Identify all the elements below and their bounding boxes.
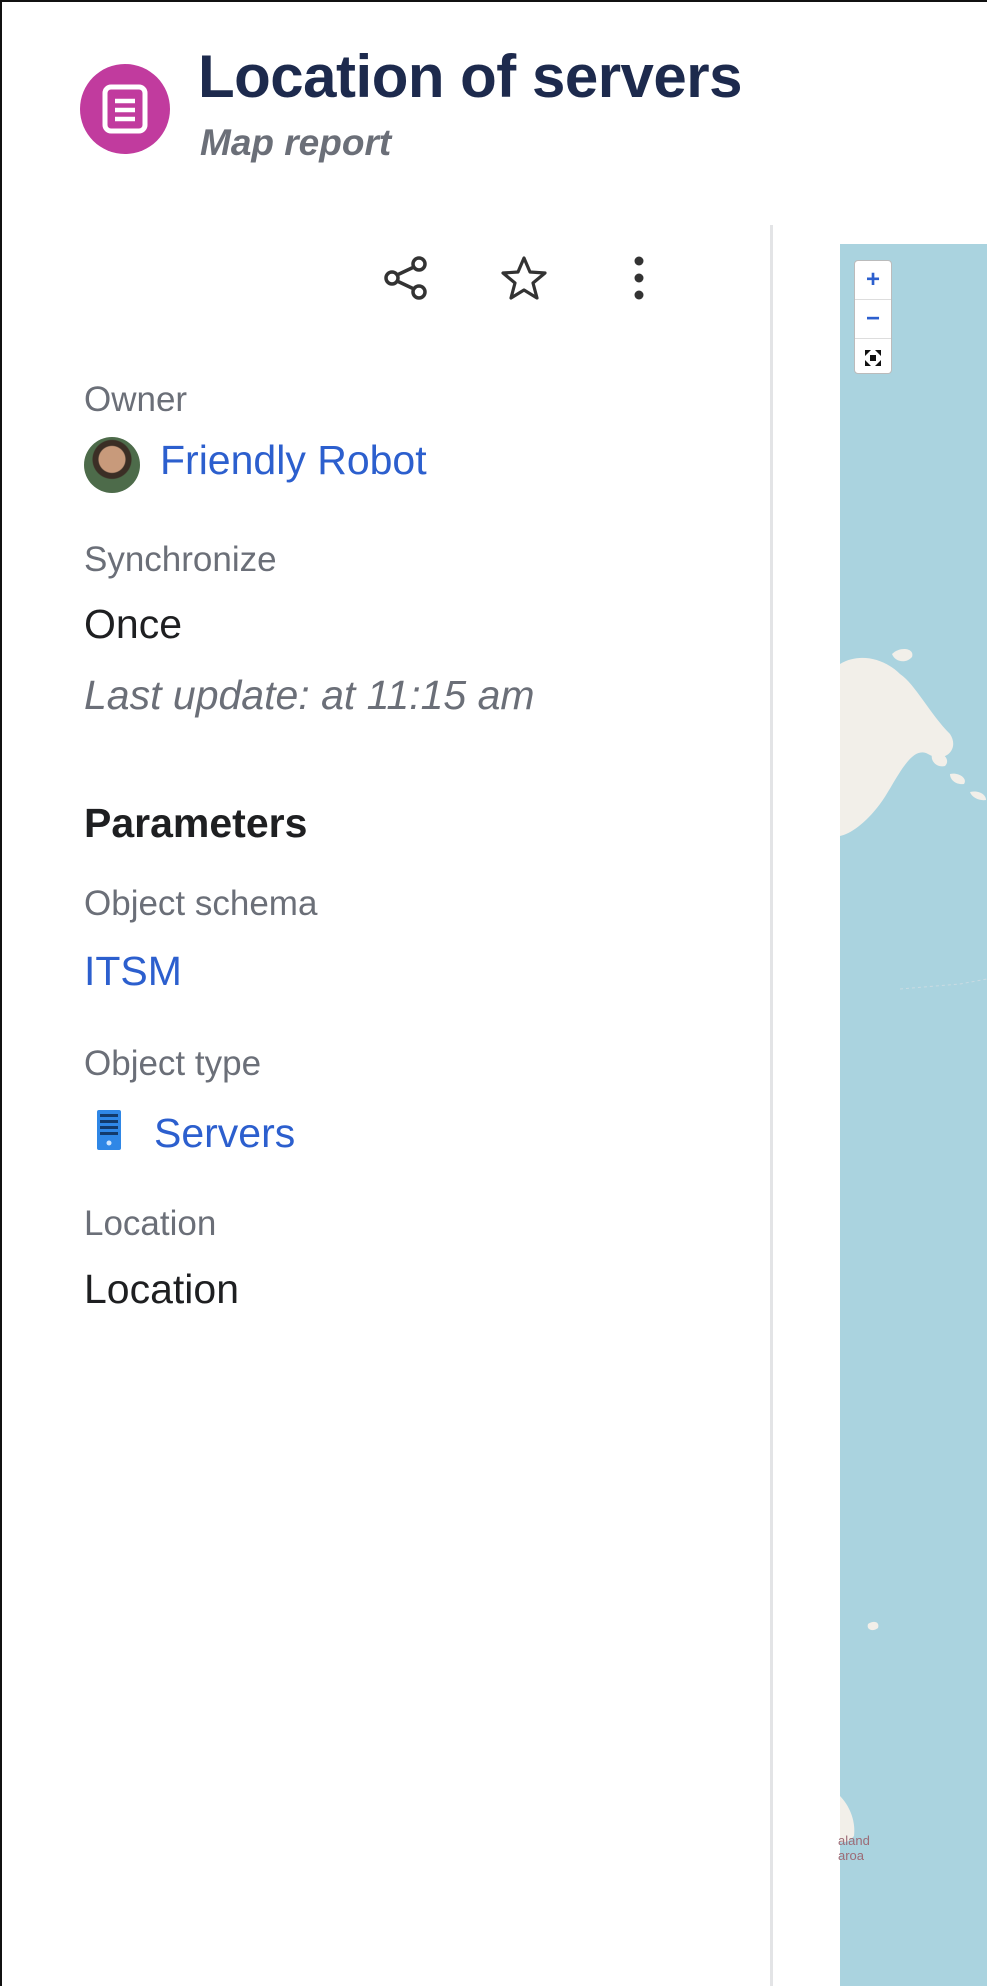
server-icon: [97, 1110, 121, 1155]
object-schema-label: Object schema: [84, 884, 318, 923]
share-button[interactable]: [376, 248, 436, 308]
panel-divider[interactable]: [770, 225, 773, 1986]
page-subtitle: Map report: [200, 122, 392, 163]
map-zoom-controls: + −: [854, 260, 892, 374]
map-land-shapes: [840, 648, 987, 1843]
fullscreen-icon: [865, 350, 881, 366]
object-type-label: Object type: [84, 1044, 262, 1083]
object-schema-link[interactable]: ITSM: [84, 948, 182, 995]
star-icon: [501, 256, 547, 300]
location-label: Location: [84, 1204, 217, 1243]
object-type-link[interactable]: Servers: [154, 1110, 295, 1157]
map-place-label: aland aroa: [838, 1833, 870, 1863]
owner-name-link[interactable]: Friendly Robot: [160, 437, 427, 484]
more-vertical-icon: [634, 256, 644, 300]
avatar: [84, 437, 140, 493]
location-value: Location: [84, 1266, 240, 1312]
page-title: Location of servers: [198, 43, 743, 110]
favorite-button[interactable]: [494, 248, 554, 308]
owner-label: Owner: [84, 380, 188, 419]
share-icon: [384, 256, 427, 300]
more-options-button[interactable]: [609, 248, 669, 308]
parameters-heading: Parameters: [84, 800, 308, 846]
map-view[interactable]: [840, 244, 987, 1986]
synchronize-label: Synchronize: [84, 540, 277, 579]
last-update-text: Last update: at 11:15 am: [84, 672, 535, 718]
zoom-out-button[interactable]: −: [855, 299, 891, 338]
synchronize-value: Once: [84, 601, 182, 647]
fullscreen-button[interactable]: [855, 338, 891, 377]
report-document-icon: [80, 64, 170, 154]
zoom-in-button[interactable]: +: [855, 261, 891, 299]
